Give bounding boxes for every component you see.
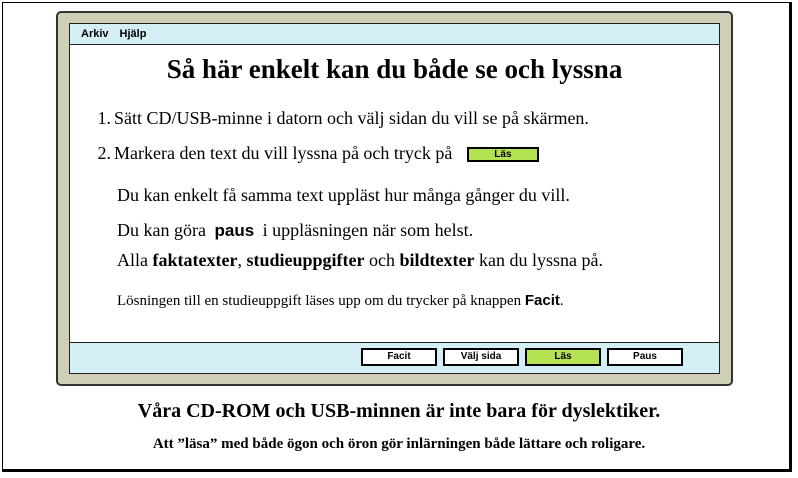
- menu-hjalp[interactable]: Hjälp: [120, 28, 147, 40]
- app-window: Arkiv Hjälp Så här enkelt kan du både se…: [69, 23, 720, 374]
- text-segment: och: [368, 250, 395, 270]
- bildtexter-emphasis: bildtexter: [399, 250, 475, 270]
- studieuppgifter-emphasis: studieuppgifter: [246, 250, 365, 270]
- paus-emphasis: paus: [214, 221, 255, 240]
- info-line-1: Du kan enkelt få samma text uppläst hur …: [117, 185, 570, 205]
- text-segment: .: [559, 293, 564, 309]
- step-text: Markera den text du vill lyssna på och t…: [114, 143, 453, 163]
- text-segment: ,: [237, 250, 242, 270]
- valj-sida-button[interactable]: Välj sida: [443, 348, 519, 366]
- step-1: 1. Sätt CD/USB-minne i datorn och välj si…: [93, 108, 589, 129]
- facit-button[interactable]: Facit: [361, 348, 437, 366]
- faktatexter-emphasis: faktatexter: [152, 250, 238, 270]
- info-line-3: Alla faktatexter, studieuppgifter och bi…: [117, 250, 603, 271]
- info-line-2: Du kan göra paus i uppläsningen när som …: [117, 220, 473, 241]
- page-title: Så här enkelt kan du både se och lyssna: [166, 54, 623, 84]
- las-button[interactable]: Läs: [525, 348, 601, 366]
- content-area: Så här enkelt kan du både se och lyssna …: [70, 45, 719, 343]
- text-segment: Lösningen till en studieuppgift läses up…: [117, 293, 522, 309]
- step-number: 1.: [97, 108, 112, 128]
- inline-las-button[interactable]: Läs: [466, 147, 539, 163]
- paus-button[interactable]: Paus: [607, 348, 683, 366]
- footer-headline: Våra CD-ROM och USB-minnen är inte bara …: [137, 400, 661, 422]
- text-segment: Alla: [117, 250, 148, 270]
- info-line-4: Lösningen till en studieuppgift läses up…: [117, 292, 564, 310]
- text-segment: i uppläsningen när som helst.: [262, 220, 474, 240]
- menu-bar: Arkiv Hjälp: [70, 24, 719, 45]
- step-text: Sätt CD/USB-minne i datorn och välj sida…: [114, 108, 589, 128]
- footer-subline: Att ”läsa” med både ögon och öron gör in…: [152, 436, 646, 452]
- menu-arkiv[interactable]: Arkiv: [81, 28, 109, 40]
- bottom-toolbar: Facit Välj sida Läs Paus: [70, 342, 719, 373]
- step-2: 2. Markera den text du vill lyssna på och…: [93, 143, 539, 164]
- text-segment: kan du lyssna på.: [478, 250, 603, 270]
- facit-emphasis: Facit: [524, 292, 560, 309]
- step-number: 2.: [97, 143, 112, 163]
- monitor-illustration: Arkiv Hjälp Så här enkelt kan du både se…: [56, 11, 733, 386]
- text-segment: Du kan göra: [117, 220, 206, 240]
